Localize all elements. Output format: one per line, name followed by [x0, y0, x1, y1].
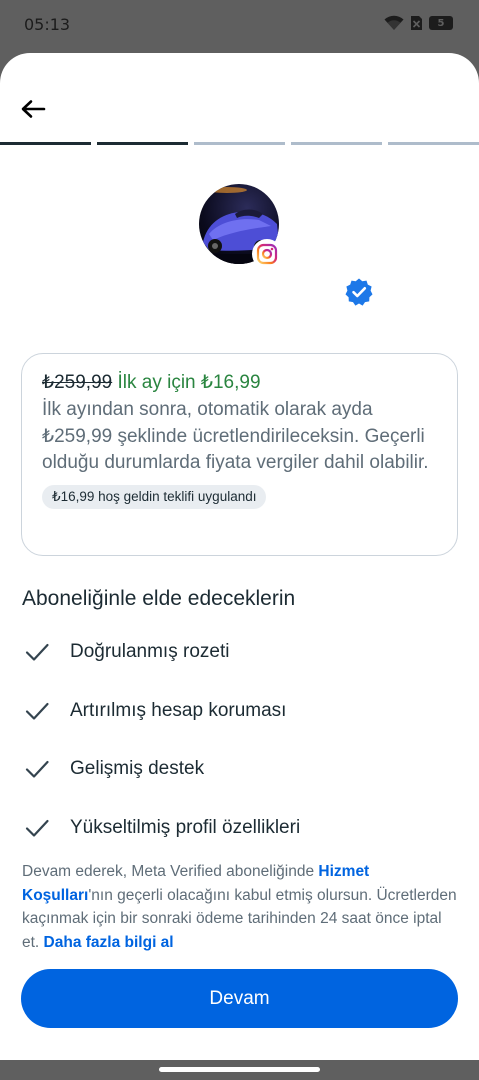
benefit-item: Artırılmış hesap koruması: [24, 696, 286, 726]
status-time: 05:13: [24, 15, 71, 34]
check-icon: [25, 760, 49, 778]
learn-more-link[interactable]: Daha fazla bilgi al: [44, 934, 174, 951]
terms-text: Devam ederek, Meta Verified aboneliğinde…: [22, 860, 462, 954]
status-bar: 05:13 5: [0, 0, 479, 52]
check-icon: [25, 643, 49, 661]
wifi-icon: [384, 15, 404, 30]
step-progress: [0, 142, 479, 146]
continue-button[interactable]: Devam: [21, 969, 458, 1028]
progress-step-4: [291, 142, 382, 145]
subscription-sheet: ₺259,99 İlk ay için ₺16,99 İlk ayından s…: [0, 53, 479, 1060]
benefits-title: Aboneliğinle elde edeceklerin: [22, 587, 296, 610]
status-icons: 5: [384, 15, 453, 31]
progress-step-3: [194, 142, 285, 145]
back-button[interactable]: [20, 97, 50, 121]
terms-text-part: Devam ederek, Meta Verified aboneliğinde: [22, 863, 319, 880]
benefit-label: Gelişmiş destek: [70, 758, 205, 779]
progress-step-5: [388, 142, 479, 145]
welcome-offer-chip: ₺16,99 hoş geldin teklifi uygulandı: [42, 484, 267, 509]
progress-step-2: [97, 142, 188, 145]
back-arrow-icon: [21, 100, 46, 118]
verified-badge-icon: [345, 278, 373, 306]
benefit-item: Gelişmiş destek: [24, 754, 204, 784]
benefit-label: Artırılmış hesap koruması: [70, 700, 287, 721]
battery-icon: 5: [429, 16, 453, 30]
instagram-badge: [252, 239, 282, 269]
no-sim-icon: [411, 16, 422, 30]
offer-card: ₺259,99 İlk ay için ₺16,99 İlk ayından s…: [21, 353, 458, 556]
benefit-label: Doğrulanmış rozeti: [70, 641, 230, 662]
progress-step-1: [0, 142, 91, 145]
benefit-item: Yükseltilmiş profil özellikleri: [24, 813, 300, 843]
check-icon: [25, 819, 49, 837]
price-line: ₺259,99 İlk ay için ₺16,99: [42, 370, 437, 396]
new-price: İlk ay için ₺16,99: [117, 372, 261, 393]
instagram-icon: [256, 243, 278, 265]
benefit-item: Doğrulanmış rozeti: [24, 637, 229, 667]
check-icon: [25, 702, 49, 720]
old-price: ₺259,99: [42, 372, 113, 393]
benefit-label: Yükseltilmiş profil özellikleri: [70, 817, 301, 838]
offer-description: İlk ayından sonra, otomatik olarak ayda …: [42, 399, 429, 473]
home-indicator[interactable]: [159, 1067, 320, 1072]
